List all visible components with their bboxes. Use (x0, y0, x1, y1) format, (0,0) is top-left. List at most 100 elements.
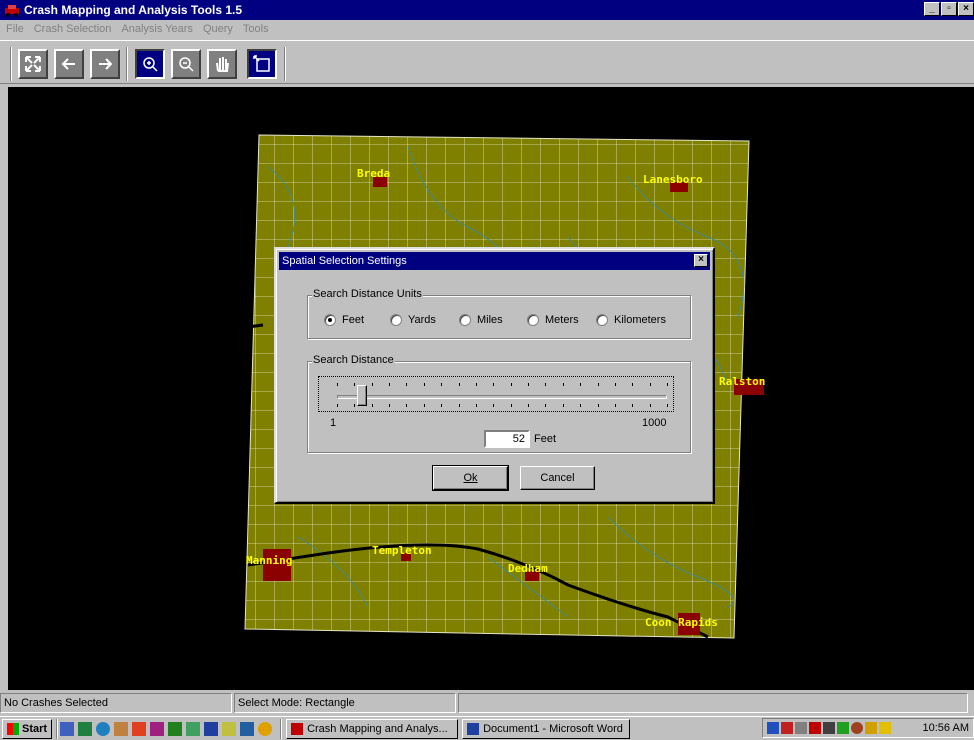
slider-tick (389, 383, 391, 386)
cancel-button[interactable]: Cancel (520, 466, 595, 490)
radio-circle[interactable] (596, 314, 608, 326)
slider-tick (632, 404, 634, 407)
tray-icon[interactable] (851, 722, 863, 734)
slider-track[interactable] (337, 395, 667, 399)
menu-crash-selection[interactable]: Crash Selection (34, 23, 112, 35)
rectangle-select-icon (253, 55, 270, 72)
city-label-ralston: Ralston (719, 375, 766, 388)
quicklaunch-icon[interactable] (60, 721, 75, 736)
cancel-label: Cancel (540, 472, 575, 484)
slider-tick (423, 404, 425, 407)
city-label-lanesboro: Lanesboro (643, 173, 703, 186)
menu-tools[interactable]: Tools (243, 23, 269, 35)
distance-input[interactable]: 52 (484, 430, 530, 448)
distance-group-label: Search Distance (312, 354, 395, 366)
taskbar-separator (280, 718, 283, 739)
ok-label: Ok (463, 472, 478, 484)
slider-tick (475, 383, 477, 386)
tray-icon[interactable] (795, 722, 807, 734)
zoom-in-button[interactable] (135, 49, 165, 79)
slider-tick (423, 383, 425, 386)
word-icon (467, 722, 480, 735)
close-button[interactable]: × (958, 2, 974, 16)
quicklaunch-icon[interactable] (78, 721, 93, 736)
slider-tick (667, 383, 668, 386)
slider-tick (510, 404, 512, 407)
radio-feet[interactable]: Feet (324, 314, 364, 326)
slider-tick (580, 404, 582, 407)
slider-tick (337, 404, 338, 407)
radio-kilometers[interactable]: Kilometers (596, 314, 666, 326)
rectangle-select-button[interactable] (247, 49, 277, 79)
minimize-button[interactable]: _ (924, 2, 940, 16)
zoom-out-button[interactable] (171, 49, 201, 79)
quicklaunch-icon[interactable] (186, 721, 201, 736)
status-empty (458, 693, 968, 713)
radio-miles[interactable]: Miles (459, 314, 503, 326)
dialog-close-button[interactable]: × (694, 254, 708, 267)
back-button[interactable] (54, 49, 84, 79)
tray-icon[interactable] (879, 722, 891, 734)
status-selection: No Crashes Selected (0, 693, 232, 713)
app-car-icon (291, 722, 304, 735)
menu-analysis-years[interactable]: Analysis Years (121, 23, 193, 35)
slider-tick (545, 383, 547, 386)
slider-tick (354, 404, 356, 407)
radio-label: Yards (408, 314, 436, 326)
tray-icon[interactable] (767, 722, 779, 734)
slider-tick (371, 383, 373, 386)
slider-tick (389, 404, 391, 407)
slider-tick (528, 404, 530, 407)
full-extent-icon (25, 56, 41, 72)
spatial-selection-dialog: Spatial Selection Settings × Search Dist… (274, 247, 715, 504)
radio-circle[interactable] (527, 314, 539, 326)
radio-circle[interactable] (324, 314, 336, 326)
quicklaunch-icon[interactable] (222, 721, 237, 736)
start-button[interactable]: Start (2, 718, 53, 739)
slider-tick (510, 383, 512, 386)
task-label: Document1 - Microsoft Word (483, 722, 623, 735)
tray-icon[interactable] (809, 722, 821, 734)
word-icon[interactable] (204, 721, 219, 736)
volume-icon[interactable] (823, 722, 835, 734)
slider-tick (441, 404, 443, 407)
zoom-in-icon (143, 57, 158, 72)
start-label: Start (22, 722, 48, 735)
maximize-button[interactable]: ▫ (941, 2, 957, 16)
tray-icon[interactable] (781, 722, 793, 734)
menu-file[interactable]: File (6, 23, 24, 35)
excel-icon[interactable] (168, 721, 183, 736)
task-crash-mapping[interactable]: Crash Mapping and Analys... (286, 718, 459, 739)
tray-icon[interactable] (837, 722, 849, 734)
radio-meters[interactable]: Meters (527, 314, 579, 326)
slider-tick (528, 383, 530, 386)
tray-icon[interactable] (865, 722, 877, 734)
pan-button[interactable] (207, 49, 237, 79)
access-icon[interactable] (150, 721, 165, 736)
quicklaunch-icon[interactable] (258, 721, 273, 736)
city-label-dedham: Dedham (508, 562, 548, 575)
full-extent-button[interactable] (18, 49, 48, 79)
slider-tick (667, 404, 668, 407)
quicklaunch-icon[interactable] (240, 721, 255, 736)
slider-tick (545, 404, 547, 407)
dialog-title: Spatial Selection Settings (282, 255, 407, 267)
internet-explorer-icon[interactable] (96, 721, 111, 736)
dialog-title-bar[interactable]: Spatial Selection Settings × (279, 252, 710, 270)
quicklaunch-icon[interactable] (114, 721, 129, 736)
powerpoint-icon[interactable] (132, 721, 147, 736)
clock[interactable]: 10:56 AM (923, 722, 973, 734)
menu-query[interactable]: Query (203, 23, 233, 35)
radio-circle[interactable] (390, 314, 402, 326)
task-word-document[interactable]: Document1 - Microsoft Word (462, 718, 631, 739)
units-group: Search Distance Units Feet Yards Miles M… (307, 288, 691, 339)
radio-yards[interactable]: Yards (390, 314, 436, 326)
forward-button[interactable] (90, 49, 120, 79)
radio-circle[interactable] (459, 314, 471, 326)
slider-tick (614, 404, 616, 407)
ok-button[interactable]: Ok (432, 465, 509, 491)
window-title: Crash Mapping and Analysis Tools 1.5 (24, 3, 243, 17)
slider-thumb[interactable] (356, 385, 367, 406)
distance-slider[interactable] (318, 376, 674, 412)
slider-tick (371, 404, 373, 407)
